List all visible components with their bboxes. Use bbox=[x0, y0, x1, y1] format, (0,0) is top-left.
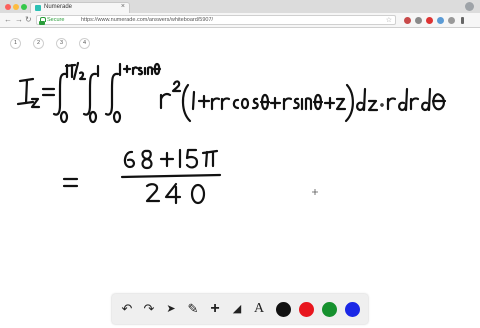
extension-icon[interactable] bbox=[426, 17, 433, 24]
ink-stroke bbox=[159, 92, 172, 110]
page-tab-1[interactable]: 1 bbox=[10, 38, 21, 49]
ink-stroke bbox=[312, 93, 324, 111]
address-bar[interactable]: Secure https://www.numerade.com/answers/… bbox=[36, 15, 396, 25]
ink-stroke bbox=[185, 148, 199, 169]
page-tab-4[interactable]: 4 bbox=[79, 38, 90, 49]
eraser-icon[interactable]: ◢ bbox=[229, 301, 245, 317]
maximize-window-button[interactable] bbox=[21, 4, 27, 10]
ink-stroke bbox=[409, 97, 420, 111]
page-tab-3[interactable]: 3 bbox=[56, 38, 67, 49]
forward-button[interactable]: → bbox=[15, 14, 23, 26]
page-tab-2[interactable]: 2 bbox=[33, 38, 44, 49]
color-blue-button[interactable] bbox=[345, 302, 360, 317]
ink-stroke bbox=[421, 87, 432, 112]
ink-stroke bbox=[16, 77, 35, 106]
ink-stroke bbox=[335, 97, 347, 111]
extension-icon[interactable] bbox=[415, 17, 422, 24]
url-text[interactable]: https://www.numerade.com/answers/whitebo… bbox=[81, 17, 213, 23]
profile-icon[interactable] bbox=[465, 2, 474, 11]
numerade-favicon-icon bbox=[35, 5, 41, 11]
ink-stroke bbox=[171, 80, 182, 93]
text-tool-icon[interactable]: A bbox=[251, 301, 267, 317]
ink-stroke bbox=[344, 83, 354, 123]
ink-stroke bbox=[201, 149, 219, 168]
ink-stroke bbox=[191, 90, 196, 111]
ink-stroke bbox=[141, 149, 153, 170]
ink-stroke bbox=[181, 83, 192, 123]
tab-strip: Numerade × bbox=[0, 0, 480, 13]
ink-stroke bbox=[398, 87, 409, 112]
ink-stroke bbox=[431, 93, 447, 111]
browser-tab[interactable]: Numerade × bbox=[30, 2, 130, 13]
ink-stroke bbox=[120, 173, 222, 179]
tab-close-icon[interactable]: × bbox=[121, 3, 125, 10]
extension-icon[interactable] bbox=[448, 17, 455, 24]
ink-stroke bbox=[41, 87, 56, 97]
close-window-button[interactable] bbox=[5, 4, 11, 10]
color-green-button[interactable] bbox=[322, 302, 337, 317]
secure-label: Secure bbox=[47, 17, 65, 23]
reload-button[interactable]: ↻ bbox=[25, 14, 32, 26]
ink-stroke bbox=[118, 62, 162, 77]
pointer-icon[interactable]: ➤ bbox=[163, 301, 179, 317]
ink-stroke bbox=[59, 110, 69, 124]
ink-stroke bbox=[232, 97, 259, 110]
ink-stroke bbox=[123, 150, 135, 169]
ink-stroke bbox=[282, 97, 293, 111]
ink-stroke bbox=[292, 97, 313, 111]
ink-stroke bbox=[82, 72, 98, 116]
ink-stroke bbox=[197, 94, 211, 109]
ink-stroke bbox=[64, 61, 87, 81]
color-black-button[interactable] bbox=[276, 302, 291, 317]
ink-stroke bbox=[386, 97, 397, 111]
menu-icon[interactable] bbox=[461, 17, 464, 24]
tab-title: Numerade bbox=[44, 4, 73, 10]
ink-stroke bbox=[145, 183, 161, 203]
lock-icon bbox=[39, 17, 46, 25]
extension-icon[interactable] bbox=[404, 17, 411, 24]
ink-stroke bbox=[104, 72, 120, 116]
ink-stroke bbox=[159, 151, 175, 168]
ink-stroke bbox=[112, 110, 122, 124]
ink-stroke bbox=[380, 103, 384, 107]
ink-stroke bbox=[190, 183, 206, 205]
ink-stroke bbox=[323, 96, 336, 110]
bookmark-star-icon[interactable]: ☆ bbox=[386, 16, 392, 24]
ink-stroke bbox=[88, 110, 98, 124]
add-icon[interactable]: + bbox=[207, 301, 223, 317]
extension-icon[interactable] bbox=[437, 17, 444, 24]
browser-toolbar: ← → ↻ Secure https://www.numerade.com/an… bbox=[0, 13, 480, 28]
handwriting-layer bbox=[16, 61, 447, 205]
drawing-toolbar: ↶ ↷ ➤ ✎ + ◢ A bbox=[112, 294, 368, 324]
ink-stroke bbox=[259, 93, 271, 111]
ink-stroke bbox=[269, 96, 282, 110]
ink-stroke bbox=[367, 99, 379, 112]
crosshair-cursor-icon bbox=[312, 189, 318, 195]
undo-icon[interactable]: ↶ bbox=[119, 301, 135, 317]
whiteboard-canvas[interactable]: Iz bbox=[0, 29, 480, 328]
color-red-button[interactable] bbox=[299, 302, 314, 317]
back-button[interactable]: ← bbox=[4, 14, 12, 26]
ink-stroke bbox=[210, 97, 231, 111]
redo-icon[interactable]: ↷ bbox=[141, 301, 157, 317]
ink-stroke bbox=[356, 87, 367, 112]
minimize-window-button[interactable] bbox=[13, 4, 19, 10]
ink-stroke bbox=[52, 72, 68, 116]
ink-stroke bbox=[62, 177, 79, 188]
pen-icon[interactable]: ✎ bbox=[185, 301, 201, 317]
ink-stroke bbox=[164, 182, 182, 205]
